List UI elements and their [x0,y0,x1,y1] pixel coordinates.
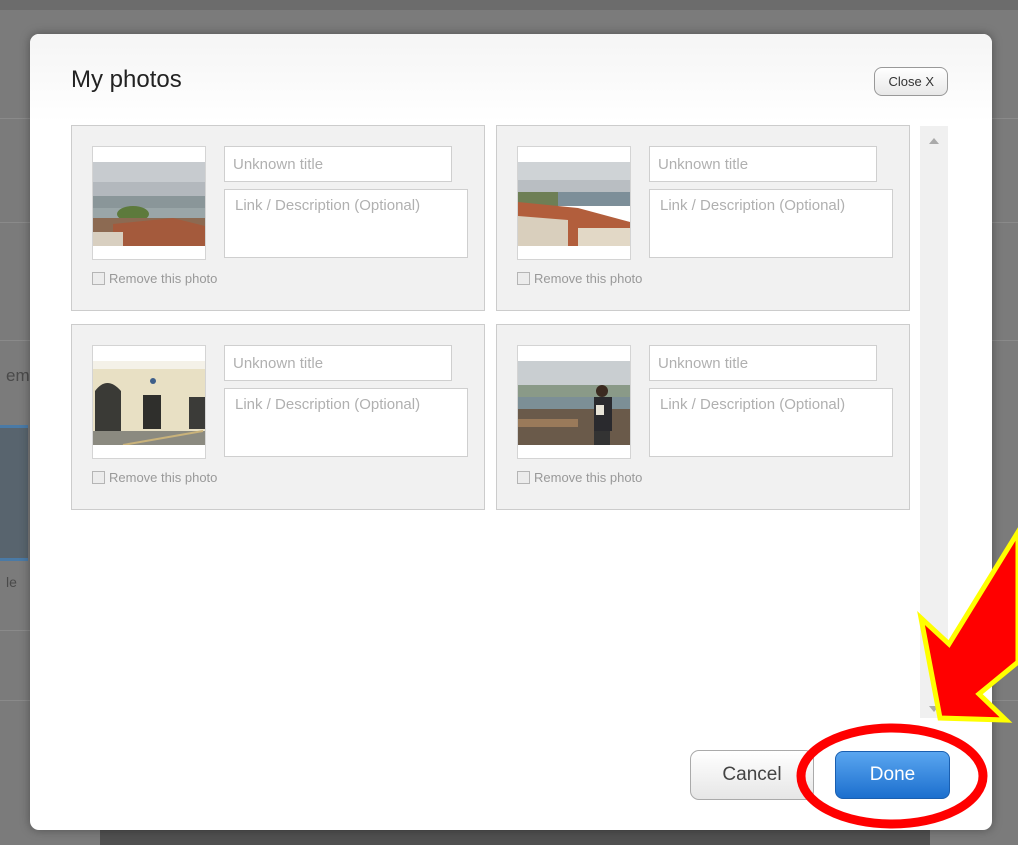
photo-list: Remove this photo Remove this photo [71,125,941,715]
photo-title-input[interactable] [649,345,877,381]
photo-description-input[interactable] [224,388,468,457]
photo-thumbnail [517,146,631,260]
photo-thumbnail [92,345,206,459]
remove-photo-option: Remove this photo [517,270,642,286]
photo-harbor-town [93,162,205,246]
remove-photo-label[interactable]: Remove this photo [534,470,642,485]
dialog-header: My photos Close X [30,34,992,122]
remove-photo-option: Remove this photo [517,469,642,485]
my-photos-dialog: My photos Close X Remove this [30,34,992,830]
remove-photo-option: Remove this photo [92,469,217,485]
done-button[interactable]: Done [835,751,950,799]
background-text: em [6,366,30,385]
photo-title-input[interactable] [649,146,877,182]
remove-photo-checkbox[interactable] [92,471,105,485]
cancel-button[interactable]: Cancel [690,750,814,800]
photo-description-input[interactable] [224,189,468,258]
photo-person-viewpoint [518,361,630,445]
remove-photo-checkbox[interactable] [517,272,530,286]
photo-card: Remove this photo [496,125,910,311]
photo-thumbnail [517,345,631,459]
photo-thumbnail [92,146,206,260]
remove-photo-label[interactable]: Remove this photo [109,271,217,286]
scroll-up-arrow-icon[interactable] [929,138,939,144]
background-image-strip [0,425,28,561]
dialog-title: My photos [71,66,182,93]
photo-title-input[interactable] [224,345,452,381]
close-button[interactable]: Close X [874,67,948,96]
scroll-down-arrow-icon[interactable] [929,706,939,712]
photo-description-input[interactable] [649,189,893,258]
photo-card: Remove this photo [71,125,485,311]
background-text: le [6,574,17,590]
photo-card: Remove this photo [496,324,910,510]
photo-rooftops-river [518,162,630,246]
photo-description-input[interactable] [649,388,893,457]
remove-photo-label[interactable]: Remove this photo [109,470,217,485]
remove-photo-checkbox[interactable] [517,471,530,485]
photo-card: Remove this photo [71,324,485,510]
photo-title-input[interactable] [224,146,452,182]
remove-photo-checkbox[interactable] [92,272,105,286]
photo-building-facade [93,361,205,445]
remove-photo-label[interactable]: Remove this photo [534,271,642,286]
photo-list-scrollbar[interactable] [920,126,948,718]
remove-photo-option: Remove this photo [92,270,217,286]
